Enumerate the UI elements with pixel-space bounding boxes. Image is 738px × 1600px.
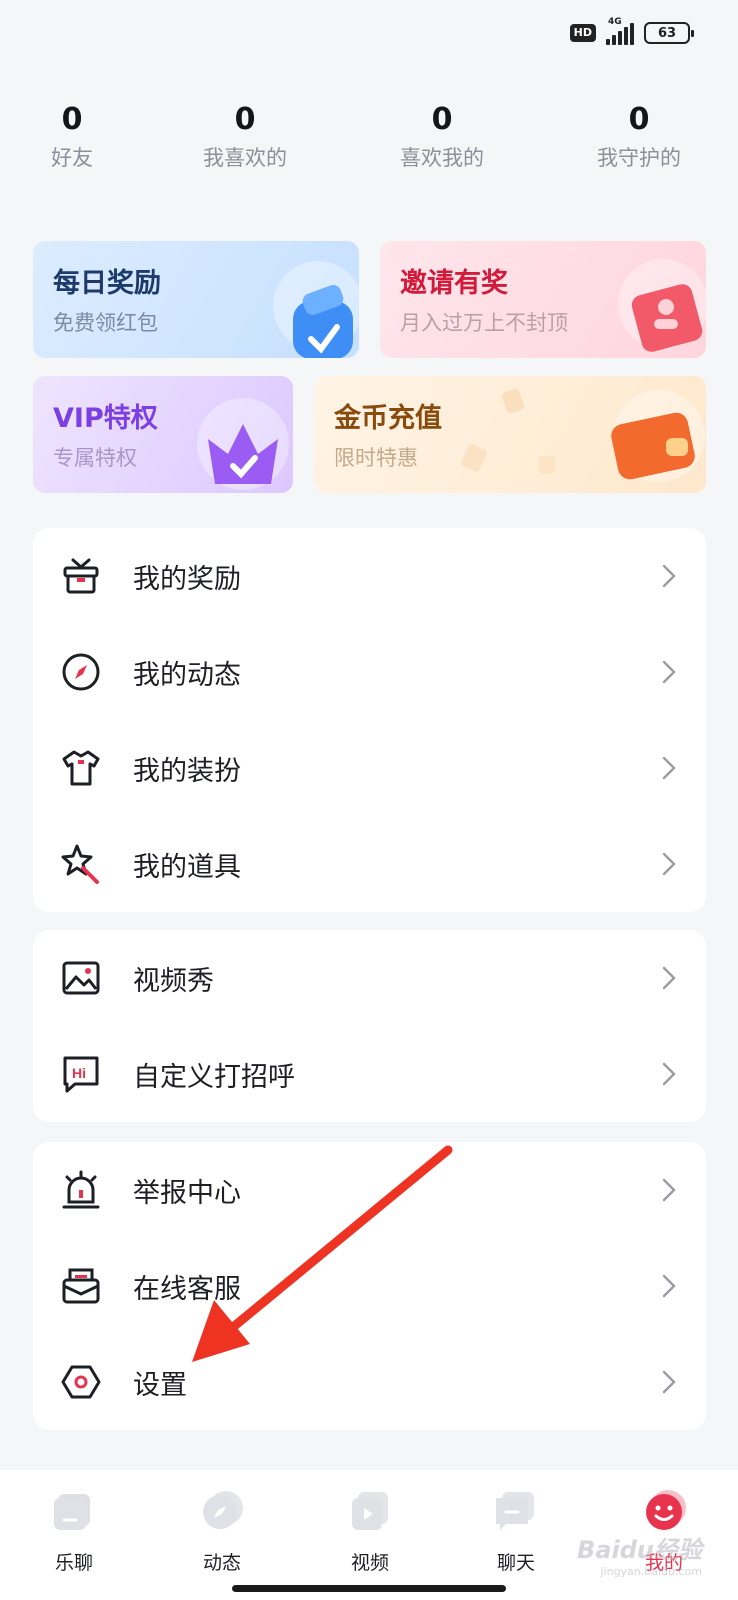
menu-item-video-show[interactable]: 视频秀 — [33, 930, 706, 1026]
stat-label: 我喜欢的 — [203, 146, 287, 170]
network-label: 4G — [608, 17, 622, 27]
reward-bag-icon — [273, 261, 359, 358]
battery-icon: 63 — [644, 22, 694, 44]
stat-label: 好友 — [51, 146, 93, 170]
svg-text:Hi: Hi — [72, 1065, 86, 1081]
stat-value: 0 — [431, 102, 453, 137]
stat-value: 0 — [234, 102, 256, 137]
menu-item-my-outfit[interactable]: 我的装扮 — [33, 720, 706, 816]
menu-item-label: 我的动态 — [133, 659, 241, 691]
menu-item-settings[interactable]: 设置 — [33, 1334, 706, 1430]
chevron-right-icon — [662, 756, 676, 780]
menu-item-label: 举报中心 — [133, 1177, 241, 1209]
chevron-right-icon — [662, 966, 676, 990]
smiley-icon — [646, 1490, 686, 1530]
daily-reward-card[interactable]: 每日奖励 免费领红包 — [33, 241, 359, 358]
tab-label: 聊天 — [496, 1552, 535, 1574]
menu-item-my-props[interactable]: 我的道具 — [33, 816, 706, 912]
menu-item-label: 我的道具 — [133, 851, 241, 883]
tab-label: 动态 — [202, 1552, 241, 1574]
menu-item-label: 在线客服 — [133, 1273, 241, 1305]
battery-level: 63 — [657, 25, 677, 41]
signal-icon: 4G — [606, 17, 634, 45]
tab-lechat[interactable]: 乐聊 — [24, 1486, 124, 1575]
coin-wallet-icon — [461, 388, 705, 482]
stat-label: 喜欢我的 — [400, 146, 484, 170]
menu-item-my-moments[interactable]: 我的动态 — [33, 624, 706, 720]
menu-item-custom-greeting[interactable]: Hi 自定义打招呼 — [33, 1026, 706, 1122]
gift-icon — [63, 558, 99, 594]
stat-friends[interactable]: 0 好友 — [0, 100, 152, 172]
settings-hexagon-icon — [61, 1365, 101, 1399]
stat-value: 0 — [628, 102, 650, 137]
home-indicator[interactable] — [232, 1585, 506, 1592]
compass-icon — [62, 653, 100, 691]
alarm-icon — [62, 1170, 100, 1209]
stat-guarding[interactable]: 0 我守护的 — [559, 100, 719, 172]
chevron-right-icon — [662, 1062, 676, 1086]
tshirt-icon — [62, 750, 100, 786]
stat-likes-me[interactable]: 0 喜欢我的 — [362, 100, 522, 172]
menu-item-label: 设置 — [133, 1369, 187, 1401]
chevron-right-icon — [662, 660, 676, 684]
tab-video[interactable]: 视频 — [320, 1486, 420, 1575]
card-title: 每日奖励 — [53, 268, 161, 299]
mailbox-icon — [62, 1268, 100, 1304]
image-icon — [62, 961, 100, 995]
menu-group-support: 举报中心 在线客服 设置 — [33, 1142, 706, 1430]
menu-item-my-rewards[interactable]: 我的奖励 — [33, 528, 706, 624]
hd-badge: HD — [569, 24, 596, 42]
card-title: VIP特权 — [53, 403, 158, 434]
watermark-url: jingyan.baidu.com — [600, 1565, 702, 1578]
menu-group-social: 视频秀 Hi 自定义打招呼 — [33, 930, 706, 1122]
tab-moments[interactable]: 动态 — [172, 1486, 272, 1575]
stats-row: 0 好友 0 我喜欢的 0 喜欢我的 0 我守护的 — [0, 100, 738, 180]
tab-chat[interactable]: 聊天 — [466, 1486, 566, 1575]
invite-card-icon — [618, 259, 706, 352]
vip-crown-icon — [197, 398, 289, 490]
menu-item-label: 视频秀 — [133, 965, 214, 997]
compass-icon — [203, 1491, 243, 1529]
chevron-right-icon — [662, 564, 676, 588]
stat-i-like[interactable]: 0 我喜欢的 — [165, 100, 325, 172]
card-subtitle: 免费领红包 — [53, 311, 158, 335]
chevron-right-icon — [662, 852, 676, 876]
chevron-right-icon — [662, 1178, 676, 1202]
chevron-right-icon — [662, 1274, 676, 1298]
stat-value: 0 — [61, 102, 83, 137]
menu-item-report-center[interactable]: 举报中心 — [33, 1142, 706, 1238]
magic-wand-icon — [61, 844, 99, 884]
lechat-icon — [54, 1494, 90, 1530]
status-bar: HD 4G 63 — [569, 17, 694, 48]
menu-item-label: 我的奖励 — [133, 563, 241, 595]
menu-group-main: 我的奖励 我的动态 我的装扮 我的道具 — [33, 528, 706, 912]
hi-chat-icon: Hi — [63, 1056, 99, 1093]
tab-label: 视频 — [350, 1552, 389, 1574]
tab-label: 乐聊 — [54, 1552, 93, 1574]
card-subtitle: 月入过万上不封顶 — [400, 311, 568, 335]
card-subtitle: 专属特权 — [53, 446, 137, 470]
stat-label: 我守护的 — [597, 146, 681, 170]
baidu-watermark: Baidu经验 jingyan.baidu.com — [577, 1530, 702, 1578]
video-icon — [352, 1492, 388, 1530]
watermark-brand: Baidu经验 — [577, 1536, 702, 1564]
menu-item-label: 我的装扮 — [133, 755, 241, 787]
menu-item-online-service[interactable]: 在线客服 — [33, 1238, 706, 1334]
invite-card[interactable]: 邀请有奖 月入过万上不封顶 — [380, 241, 706, 358]
menu-item-label: 自定义打招呼 — [133, 1061, 295, 1093]
card-title: 邀请有奖 — [400, 268, 508, 299]
coin-recharge-card[interactable]: 金币充值 限时特惠 — [314, 376, 706, 493]
chevron-right-icon — [662, 1370, 676, 1394]
vip-card[interactable]: VIP特权 专属特权 — [33, 376, 293, 493]
chat-bubble-icon — [496, 1492, 534, 1530]
